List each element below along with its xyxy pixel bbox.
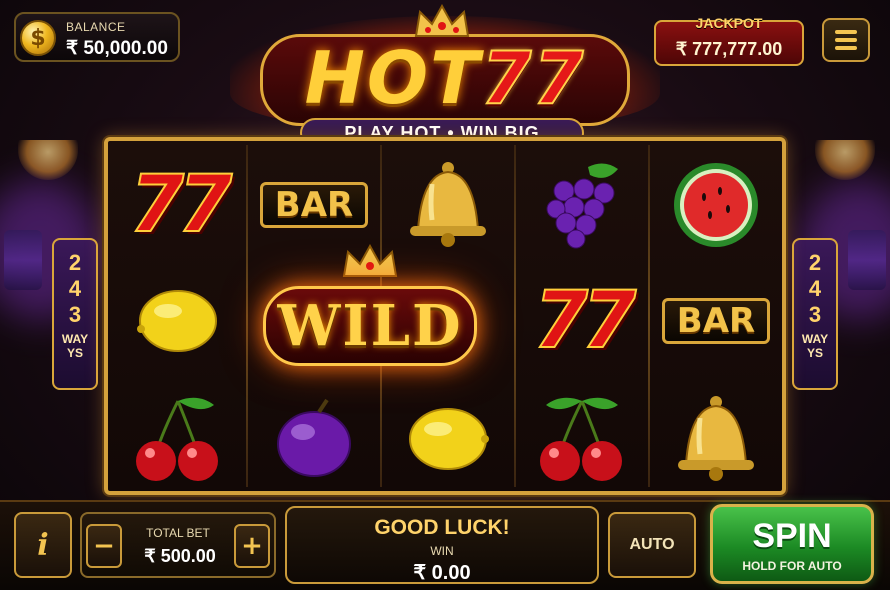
symbol-plum <box>248 381 380 497</box>
ways-word: YS <box>66 346 83 360</box>
symbol-watermelon <box>650 147 782 263</box>
ways-digit: 2 <box>68 250 82 275</box>
win-value: ₹ 0.00 <box>413 562 471 584</box>
info-icon: i <box>37 527 49 563</box>
ways-digit: 3 <box>808 302 822 327</box>
ways-digit: 3 <box>68 302 82 327</box>
auto-button[interactable]: AUTO <box>608 512 696 578</box>
lemon-icon <box>409 408 489 470</box>
reel-4: 77 <box>516 145 648 487</box>
cherry-icon <box>136 397 218 481</box>
grapes-icon <box>546 163 618 249</box>
spin-label: SPIN <box>752 517 832 555</box>
jackpot-value: ₹ 777,777.00 <box>675 39 783 59</box>
reel-5: BAR <box>650 145 782 487</box>
bell-icon <box>678 396 754 481</box>
decrease-bet-button[interactable]: − <box>86 524 122 568</box>
ways-word: WAY <box>801 332 829 346</box>
ways-word: YS <box>806 346 823 360</box>
total-bet-value: ₹ 500.00 <box>144 546 216 566</box>
ways-word: WAY <box>61 332 89 346</box>
symbol-bell <box>650 381 782 497</box>
chandelier-right <box>815 140 875 180</box>
rupee-coin-icon: $ <box>20 20 56 56</box>
info-button[interactable]: i <box>14 512 72 578</box>
symbol-seven: 77 <box>516 263 648 379</box>
symbol-cherry <box>112 381 244 497</box>
total-bet-label: TOTAL BET <box>146 526 210 540</box>
ways-digit: 4 <box>808 276 822 301</box>
bet-control: − TOTAL BET ₹ 500.00 + <box>80 512 276 578</box>
hamburger-menu-icon <box>835 30 857 34</box>
symbol-lemon <box>112 263 244 379</box>
reels-frame: 77 BAR 77 BAR WILD <box>104 137 786 495</box>
logo-word-hot: HOT <box>304 36 482 120</box>
ways-panel-left: 2 4 3 WAY YS <box>52 238 98 390</box>
symbol-bar: BAR <box>650 263 782 379</box>
balance-label: BALANCE <box>66 20 126 34</box>
status-message: GOOD LUCK! <box>374 516 510 539</box>
wild-crown-icon <box>342 244 398 277</box>
game-logo: HOT77 PLAY HOT • WIN BIG <box>230 4 660 150</box>
wild-text: WILD <box>277 293 463 359</box>
plus-icon: + <box>241 531 263 561</box>
spin-sublabel: HOLD FOR AUTO <box>742 559 842 573</box>
reel-1: 77 <box>112 145 244 487</box>
seven-text: 77 <box>129 159 234 251</box>
logo-word-77: 77 <box>480 35 586 121</box>
watermelon-icon <box>674 163 758 247</box>
jackpot-display: JACKPOT ₹ 777,777.00 <box>654 15 804 66</box>
ways-panel-right: 2 4 3 WAY YS <box>792 238 838 390</box>
slot-machine-bg-left <box>4 230 42 290</box>
cherry-icon <box>540 397 622 481</box>
spin-button[interactable]: SPIN HOLD FOR AUTO <box>710 504 874 584</box>
win-label: WIN <box>430 544 454 558</box>
win-display: GOOD LUCK! WIN ₹ 0.00 <box>285 506 599 584</box>
symbol-bell <box>382 147 514 263</box>
jackpot-label: JACKPOT <box>695 15 763 31</box>
balance-value: ₹ 50,000.00 <box>66 38 168 59</box>
symbol-grapes <box>516 147 648 263</box>
symbol-cherry <box>516 381 648 497</box>
bar-text: BAR <box>260 182 368 228</box>
increase-bet-button[interactable]: + <box>234 524 270 568</box>
chandelier-left <box>18 140 78 180</box>
symbol-seven: 77 <box>112 147 244 263</box>
hamburger-menu-icon-bar <box>835 38 857 42</box>
seven-text: 77 <box>533 275 638 367</box>
plum-icon <box>277 398 351 477</box>
symbol-wild: WILD <box>263 286 477 366</box>
ways-digit: 2 <box>808 250 822 275</box>
logo-title: HOT77 <box>260 35 630 121</box>
slot-machine-bg-right <box>848 230 886 290</box>
hamburger-menu-icon-bar <box>835 46 857 50</box>
balance-display: $ BALANCE ₹ 50,000.00 <box>14 12 180 62</box>
ways-digit: 4 <box>68 276 82 301</box>
lemon-icon <box>137 290 217 352</box>
crown-icon <box>414 4 470 37</box>
bell-icon <box>410 162 486 247</box>
menu-button[interactable] <box>822 18 870 62</box>
bar-text: BAR <box>662 298 770 344</box>
symbol-lemon <box>382 381 514 497</box>
minus-icon: − <box>93 531 115 561</box>
